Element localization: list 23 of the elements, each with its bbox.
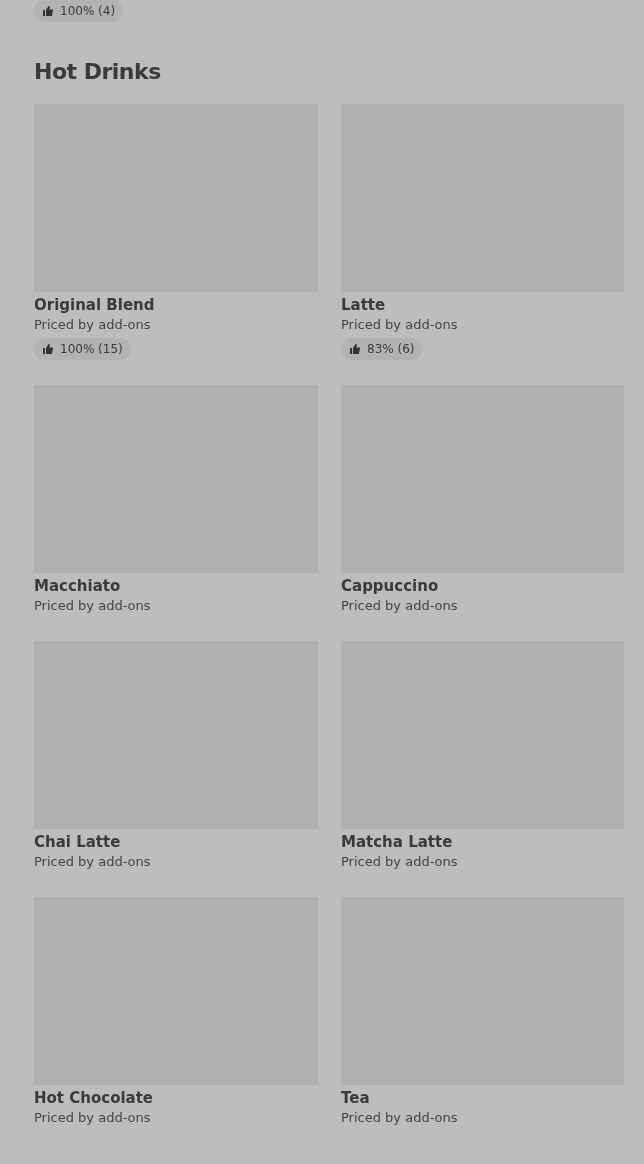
item-price: Priced by add-ons [341,316,458,334]
thumbs-up-icon [349,343,361,355]
item-price: Priced by add-ons [341,597,458,615]
item-name: Matcha Latte [341,832,453,852]
item-price: Priced by add-ons [34,316,151,334]
item-name: Hot Chocolate [34,1088,154,1108]
item-name: Chai Latte [34,832,121,852]
item-name: Latte [341,295,386,315]
section-heading: Hot Drinks [34,58,162,86]
rating-badge: 100% (15) [34,338,131,360]
item-name: Tea [341,1088,370,1108]
item-name: Original Blend [34,295,155,315]
item-price: Priced by add-ons [34,1109,151,1127]
thumbs-up-icon [42,343,54,355]
item-price: Priced by add-ons [34,853,151,871]
thumbs-up-icon [42,5,54,17]
item-name: Cappuccino [341,576,439,596]
item-price: Priced by add-ons [341,1109,458,1127]
item-name: Macchiato [34,576,121,596]
item-price: Priced by add-ons [341,853,458,871]
rating-badge: 83% (6) [341,338,423,360]
rating-badge: 100% (4) [34,0,124,22]
item-price: Priced by add-ons [34,597,151,615]
